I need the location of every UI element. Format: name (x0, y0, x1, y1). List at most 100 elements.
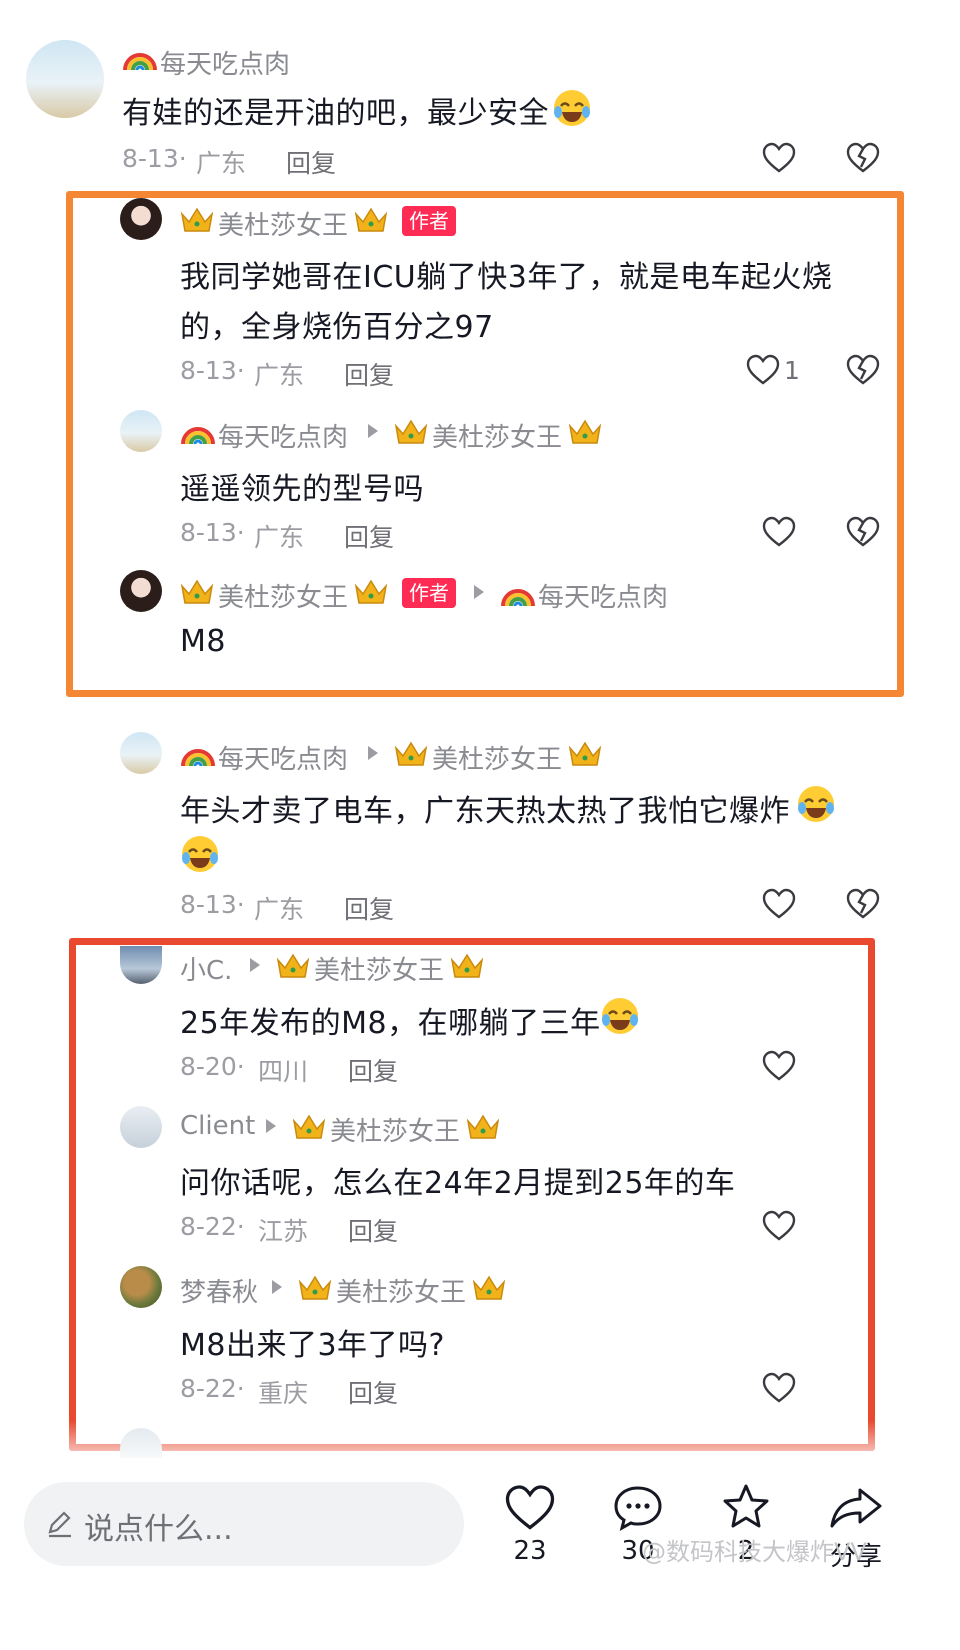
reply-button[interactable]: 回复 (344, 890, 394, 926)
reply-arrow-icon (266, 1119, 276, 1133)
heart-icon[interactable] (762, 142, 796, 174)
comment-username[interactable]: 每天吃点肉 (218, 739, 348, 776)
comment-date: 8-13· (180, 518, 245, 547)
crown-emoji (394, 740, 428, 772)
comment-text: 我同学她哥在ICU躺了快3年了，就是电车起火烧 (180, 260, 833, 295)
laugh-cry-emoji (796, 784, 836, 828)
reply-arrow-icon (368, 746, 378, 760)
comment-username[interactable]: 梦春秋 (180, 1272, 258, 1309)
laugh-cry-emoji (180, 834, 220, 878)
comment-date: 8-13· (180, 890, 245, 919)
heart-icon[interactable] (762, 1210, 796, 1242)
avatar[interactable] (120, 198, 162, 240)
crown-emoji (180, 206, 214, 238)
heart-icon[interactable] (762, 516, 796, 548)
avatar[interactable] (26, 40, 104, 118)
star-icon[interactable] (720, 1482, 772, 1532)
comment-region: 江苏 (258, 1217, 309, 1246)
comment-text: 年头才卖了电车，广东天热太热了我怕它爆炸 (180, 794, 790, 829)
reply-to-username[interactable]: 美杜莎女王 (314, 950, 444, 987)
like-count: 23 (513, 1536, 547, 1566)
rainbow-emoji (500, 578, 536, 612)
author-tag: 作者 (402, 578, 456, 608)
comment-date: 8-22· (180, 1374, 245, 1403)
comment-text: 的，全身烧伤百分之97 (180, 310, 494, 345)
broken-heart-icon[interactable] (846, 142, 880, 174)
crown-emoji (450, 952, 484, 984)
heart-icon[interactable] (762, 1050, 796, 1082)
crown-emoji (394, 418, 428, 450)
comment-region: 广东 (254, 895, 305, 924)
watermark: @数码科技大爆炸VV (642, 1538, 867, 1566)
heart-icon[interactable] (746, 354, 780, 386)
comment-date: 8-13· (122, 144, 187, 173)
reply-button[interactable]: 回复 (286, 144, 336, 180)
reply-arrow-icon (272, 1280, 282, 1294)
crown-emoji (568, 418, 602, 450)
share-arrow-icon[interactable] (828, 1484, 884, 1532)
comment-region: 重庆 (258, 1379, 309, 1408)
comment-region: 广东 (196, 149, 247, 178)
reply-button[interactable]: 回复 (348, 1212, 398, 1248)
comment-text: 25年发布的M8，在哪躺了三年 (180, 1006, 601, 1041)
crown-emoji (276, 952, 310, 984)
comment-username[interactable]: 小C. (180, 950, 232, 987)
comment-username[interactable]: 美杜莎女王 (218, 205, 348, 242)
reply-to-username[interactable]: 美杜莎女王 (336, 1272, 466, 1309)
reply-to-username[interactable]: 美杜莎女王 (432, 417, 562, 454)
comment-username[interactable]: Client (180, 1111, 255, 1141)
reply-arrow-icon (368, 424, 378, 438)
comment-region: 广东 (254, 523, 305, 552)
comment-region: 四川 (258, 1057, 309, 1086)
avatar[interactable] (120, 1106, 162, 1148)
reply-to-username[interactable]: 每天吃点肉 (538, 577, 668, 614)
author-tag: 作者 (402, 206, 456, 236)
reply-button[interactable]: 回复 (348, 1374, 398, 1410)
crown-emoji (354, 206, 388, 238)
comment-username[interactable]: 美杜莎女王 (218, 577, 348, 614)
rainbow-emoji (180, 416, 216, 450)
crown-emoji (466, 1113, 500, 1145)
reply-button[interactable]: 回复 (348, 1052, 398, 1088)
crown-emoji (568, 740, 602, 772)
like-count: 1 (784, 356, 800, 385)
reply-arrow-icon (474, 585, 484, 599)
comment-region: 广东 (254, 361, 305, 390)
avatar[interactable] (120, 732, 162, 774)
comment-text: M8出来了3年了吗? (180, 1328, 445, 1363)
pencil-icon (46, 1508, 74, 1538)
comment-username[interactable]: 每天吃点肉 (218, 417, 348, 454)
laugh-cry-emoji (552, 88, 592, 132)
comment-text: 问你话呢，怎么在24年2月提到25年的车 (180, 1166, 736, 1201)
comment-date: 8-22· (180, 1212, 245, 1241)
comment-date: 8-20· (180, 1052, 245, 1081)
comment-input-placeholder[interactable]: 说点什么... (84, 1504, 233, 1548)
heart-icon[interactable] (762, 1372, 796, 1404)
broken-heart-icon[interactable] (846, 888, 880, 920)
crown-emoji (472, 1274, 506, 1306)
reply-to-username[interactable]: 美杜莎女王 (330, 1111, 460, 1148)
heart-icon[interactable] (504, 1484, 556, 1532)
comment-username[interactable]: 每天吃点肉 (160, 44, 290, 81)
comment-text: 遥遥领先的型号吗 (180, 472, 424, 507)
rainbow-emoji (180, 738, 216, 772)
crown-emoji (298, 1274, 332, 1306)
comment-bubble-icon[interactable] (612, 1484, 664, 1532)
avatar[interactable] (120, 410, 162, 452)
comment-date: 8-13· (180, 356, 245, 385)
avatar[interactable] (120, 570, 162, 612)
rainbow-emoji (122, 42, 158, 76)
avatar[interactable] (120, 1266, 162, 1308)
reply-to-username[interactable]: 美杜莎女王 (432, 739, 562, 776)
comment-text: M8 (180, 624, 226, 659)
broken-heart-icon[interactable] (846, 516, 880, 548)
broken-heart-icon[interactable] (846, 354, 880, 386)
reply-button[interactable]: 回复 (344, 356, 394, 392)
crown-emoji (354, 578, 388, 610)
crown-emoji (292, 1113, 326, 1145)
heart-icon[interactable] (762, 888, 796, 920)
scroll-fade (0, 1420, 960, 1470)
comment-text: 有娃的还是开油的吧，最少安全 (122, 96, 549, 131)
reply-button[interactable]: 回复 (344, 518, 394, 554)
reply-arrow-icon (250, 958, 260, 972)
